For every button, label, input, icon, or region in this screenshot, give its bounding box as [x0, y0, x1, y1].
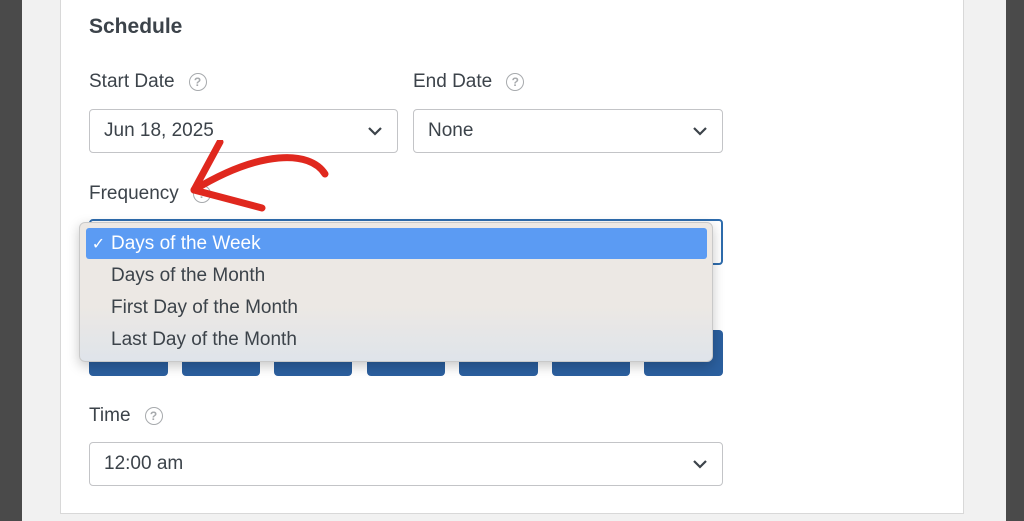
question-circle-icon[interactable]: ? [506, 73, 525, 91]
frequency-option-label: Days of the Month [111, 264, 266, 286]
checkmark-icon: ✓ [91, 235, 106, 253]
question-circle-icon[interactable]: ? [192, 185, 211, 203]
frequency-option[interactable]: ✓ Days of the Week [86, 228, 707, 259]
frequency-option-label: Days of the Week [111, 232, 261, 254]
start-date-value: Jun 18, 2025 [104, 120, 214, 141]
time-label-text: Time [89, 405, 131, 426]
start-date-label-text: Start Date [89, 71, 175, 92]
time-label: Time ? [89, 405, 163, 427]
end-date-label: End Date ? [413, 71, 525, 93]
section-title: Schedule [89, 15, 183, 38]
frequency-option[interactable]: Days of the Month [86, 260, 707, 291]
left-edge [0, 0, 22, 521]
start-date-label: Start Date ? [89, 71, 207, 93]
end-date-value: None [428, 120, 474, 141]
question-circle-icon[interactable]: ? [144, 407, 163, 425]
frequency-dropdown-menu: ✓ Days of the Week Days of the Month Fir… [79, 222, 713, 362]
chevron-down-icon [693, 460, 707, 469]
end-date-label-text: End Date [413, 71, 493, 92]
frequency-option[interactable]: First Day of the Month [86, 292, 707, 323]
frequency-option[interactable]: Last Day of the Month [86, 324, 707, 355]
end-date-select[interactable]: None [413, 109, 723, 153]
frequency-option-label: Last Day of the Month [111, 328, 297, 350]
time-value: 12:00 am [104, 453, 184, 474]
chevron-down-icon [368, 127, 382, 136]
frequency-option-label: First Day of the Month [111, 296, 298, 318]
time-select[interactable]: 12:00 am [89, 442, 723, 486]
frequency-label: Frequency ? [89, 183, 211, 205]
start-date-select[interactable]: Jun 18, 2025 [89, 109, 398, 153]
question-circle-icon[interactable]: ? [188, 73, 207, 91]
frequency-label-text: Frequency [89, 183, 179, 204]
chevron-down-icon [693, 127, 707, 136]
right-edge [1006, 0, 1024, 521]
